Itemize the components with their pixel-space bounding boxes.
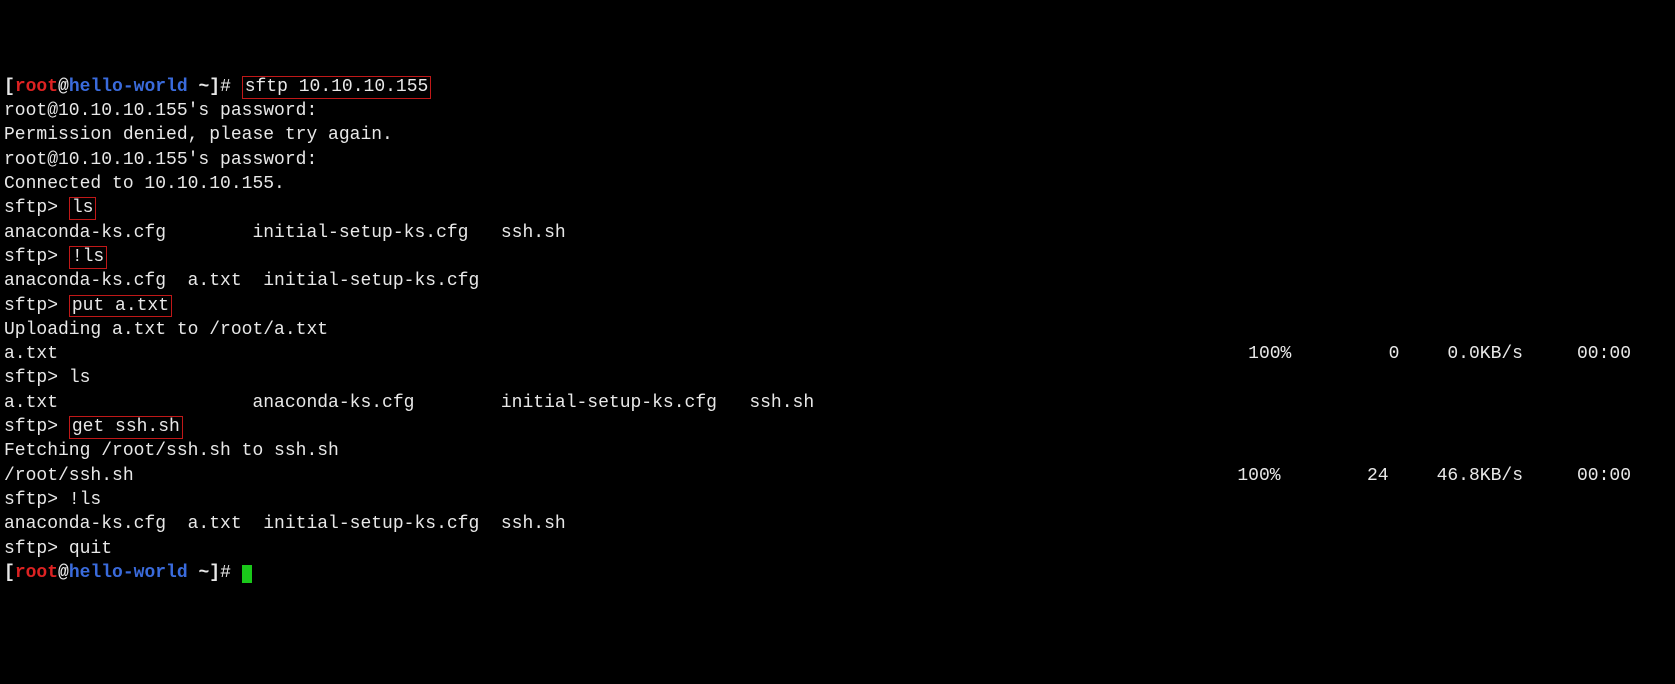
shell-prompt: [root@hello-world ~]# — [4, 77, 242, 97]
sftp-prompt: sftp> — [4, 296, 69, 316]
command-put: put a.txt — [69, 295, 172, 318]
transfer-stats: 100%00.0KB/s00:00 — [1231, 342, 1671, 366]
sftp-prompt: sftp> — [4, 247, 69, 267]
ls-output: a.txt anaconda-ks.cfg initial-setup-ks.c… — [4, 393, 814, 413]
command-local-ls: !ls — [69, 490, 101, 510]
sftp-prompt: sftp> — [4, 539, 69, 559]
permission-denied: Permission denied, please try again. — [4, 125, 393, 145]
transfer-file: /root/ssh.sh — [4, 464, 134, 488]
command-ls: ls — [69, 368, 91, 388]
shell-prompt: [root@hello-world ~]# — [4, 563, 242, 583]
transfer-stats: 100%2446.8KB/s00:00 — [1221, 464, 1671, 488]
ls-output: anaconda-ks.cfg initial-setup-ks.cfg ssh… — [4, 223, 566, 243]
transfer-row: /root/ssh.sh 100%2446.8KB/s00:00 — [4, 464, 1671, 488]
local-ls-output: anaconda-ks.cfg a.txt initial-setup-ks.c… — [4, 271, 479, 291]
local-ls-output: anaconda-ks.cfg a.txt initial-setup-ks.c… — [4, 514, 566, 534]
transfer-row: a.txt 100%00.0KB/s00:00 — [4, 342, 1671, 366]
sftp-prompt: sftp> — [4, 490, 69, 510]
command-get: get ssh.sh — [69, 416, 183, 439]
password-prompt: root@10.10.10.155's password: — [4, 101, 317, 121]
cursor — [242, 565, 252, 583]
command-local-ls: !ls — [69, 246, 107, 269]
password-prompt: root@10.10.10.155's password: — [4, 150, 317, 170]
command-quit: quit — [69, 539, 112, 559]
fetching-msg: Fetching /root/ssh.sh to ssh.sh — [4, 441, 339, 461]
sftp-prompt: sftp> — [4, 417, 69, 437]
transfer-file: a.txt — [4, 342, 58, 366]
connected-msg: Connected to 10.10.10.155. — [4, 174, 285, 194]
sftp-prompt: sftp> — [4, 198, 69, 218]
uploading-msg: Uploading a.txt to /root/a.txt — [4, 320, 328, 340]
sftp-prompt: sftp> — [4, 368, 69, 388]
command-ls: ls — [69, 197, 97, 220]
command-sftp: sftp 10.10.10.155 — [242, 76, 432, 99]
